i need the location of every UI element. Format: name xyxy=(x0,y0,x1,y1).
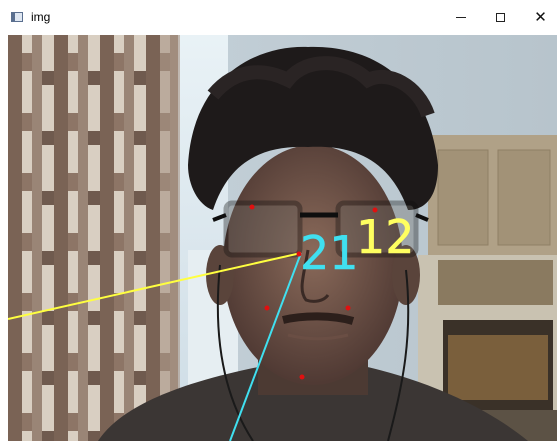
overlay-number-cyan: 21 xyxy=(300,226,359,280)
minimize-button[interactable] xyxy=(438,0,483,35)
window-app-icon xyxy=(11,12,23,22)
landmark-point xyxy=(345,305,351,311)
window-title: img xyxy=(31,10,51,24)
close-icon: ✕ xyxy=(534,8,547,26)
minimize-icon xyxy=(455,17,466,18)
overlay-number-yellow: 12 xyxy=(356,210,415,264)
landmark-point xyxy=(264,305,270,311)
landmark-point xyxy=(299,374,305,380)
app-window: img ✕ 21 12 xyxy=(0,0,557,441)
title-bar[interactable]: img ✕ xyxy=(0,0,557,35)
close-button[interactable]: ✕ xyxy=(518,0,557,35)
maximize-icon xyxy=(496,13,505,22)
maximize-button[interactable] xyxy=(478,0,523,35)
webcam-image: 21 12 xyxy=(8,35,557,441)
landmark-point xyxy=(249,204,255,210)
camera-frame: 21 12 xyxy=(8,35,557,441)
